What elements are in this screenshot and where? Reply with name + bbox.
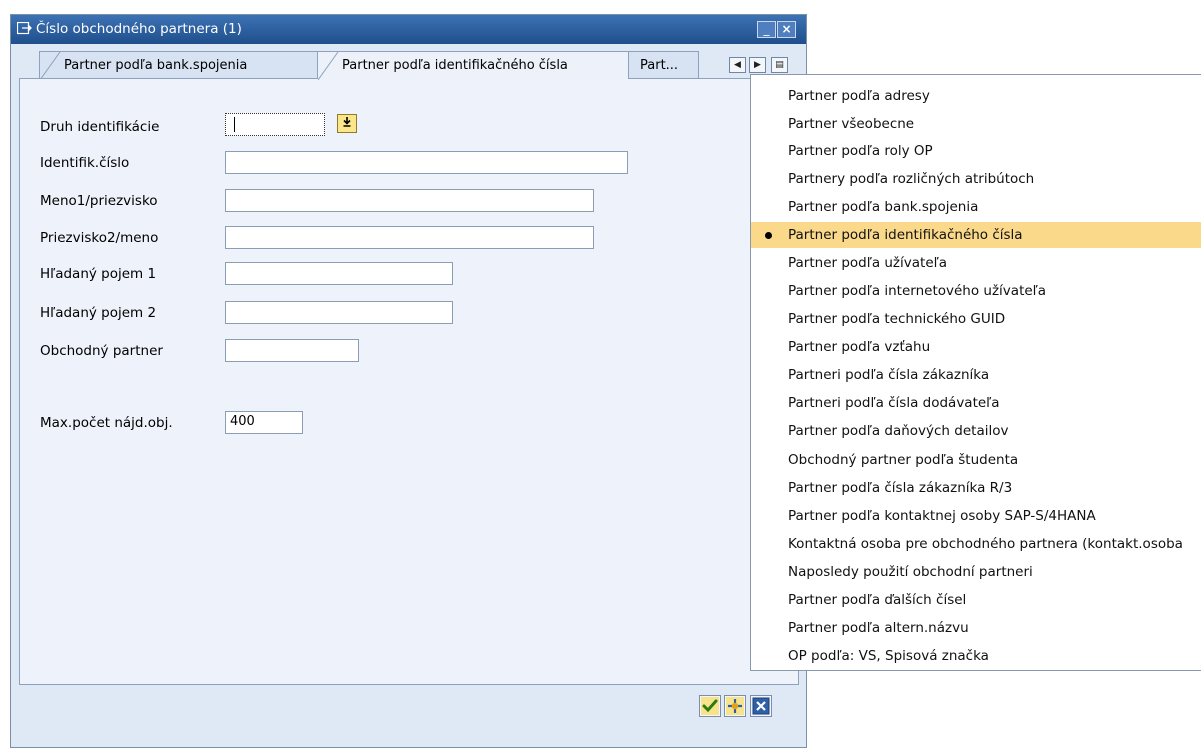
checkmark-icon [701, 697, 719, 715]
dropdown-item[interactable]: Partner podľa altern.názvu [751, 615, 1201, 641]
find-button[interactable] [724, 695, 746, 717]
window-popup-icon [17, 22, 32, 35]
dropdown-item[interactable]: Obchodný partner podľa študenta [751, 447, 1201, 473]
dropdown-item-label: Partneri podľa čísla zákazníka [788, 367, 990, 383]
dropdown-item[interactable]: Partner podľa bank.spojenia [751, 194, 1201, 220]
dropdown-item[interactable]: Partner všeobecne [751, 111, 1201, 137]
window-title: Číslo obchodného partnera (1) [36, 21, 242, 37]
dropdown-item-label: Partner podľa internetového užívateľa [788, 283, 1047, 299]
dropdown-item[interactable]: Partneri podľa čísla zákazníka [751, 362, 1201, 388]
dropdown-item[interactable]: Partner podľa internetového užívateľa [751, 278, 1201, 304]
dropdown-item-label: Partner podľa roly OP [788, 143, 933, 159]
tab-partner-more[interactable]: Part... [625, 51, 699, 79]
max-pocet-field[interactable]: 400 [225, 411, 303, 434]
max-pocet-label: Max.počet nájd.obj. [40, 415, 173, 431]
dropdown-item[interactable]: Partner podľa adresy [751, 83, 1201, 109]
dropdown-item[interactable]: Partner podľa daňových detailov [751, 418, 1201, 444]
minimize-button[interactable]: _ [757, 21, 776, 38]
dropdown-item[interactable]: Partner podľa ďalších čísel [751, 587, 1201, 613]
dropdown-item-label: Obchodný partner podľa študenta [788, 452, 1019, 468]
druh-identifikacie-field[interactable] [225, 113, 325, 136]
text-caret [234, 117, 235, 132]
tab-slant-decoration [40, 52, 61, 80]
tab-list-button[interactable]: ▤ [771, 57, 788, 73]
dropdown-item[interactable]: Partner podľa technického GUID [751, 306, 1201, 332]
dropdown-item-label: Partneri podľa čísla dodávateľa [788, 395, 1000, 411]
hladany-pojem-1-field[interactable] [225, 262, 453, 285]
tab-slant-decoration [318, 52, 339, 80]
dropdown-item[interactable]: Naposledy použití obchodní partneri [751, 559, 1201, 585]
dropdown-item-label: Partner podľa daňových detailov [788, 423, 1009, 439]
dropdown-item[interactable]: Partner podľa kontaktnej osoby SAP-S/4HA… [751, 503, 1201, 529]
dropdown-item[interactable]: Partner podľa vzťahu [751, 334, 1201, 360]
meno1-label: Meno1/priezvisko [40, 193, 158, 209]
dropdown-item[interactable]: Partner podľa užívateľa [751, 250, 1201, 276]
dropdown-item-label: Partner podľa bank.spojenia [788, 199, 979, 215]
hladany-pojem-2-field[interactable] [225, 301, 453, 324]
tab-label: Part... [640, 58, 679, 73]
search-criteria-panel: Druh identifikácie Identifik.číslo Meno1… [19, 78, 799, 685]
search-dialog-window: Číslo obchodného partnera (1) _ × Partne… [10, 14, 807, 748]
tab-scroll-right-button[interactable]: ▶ [749, 57, 766, 73]
cancel-button[interactable] [750, 695, 772, 717]
dropdown-item-label: Partner podľa adresy [788, 88, 930, 104]
title-bar: Číslo obchodného partnera (1) _ × [11, 15, 806, 44]
arrow-down-icon [343, 117, 351, 127]
hladany-pojem-1-label: Hľadaný pojem 1 [40, 266, 157, 282]
priezvisko2-label: Priezvisko2/meno [40, 230, 159, 246]
dropdown-item[interactable]: Partner podľa čísla zákazníka R/3 [751, 475, 1201, 501]
hladany-pojem-2-label: Hľadaný pojem 2 [40, 305, 157, 321]
dropdown-item[interactable]: Partnery podľa rozličných atribútoch [751, 166, 1201, 192]
dropdown-item[interactable]: Kontaktná osoba pre obchodného partnera … [751, 531, 1201, 557]
tab-label: Partner podľa bank.spojenia [64, 58, 248, 73]
tab-label: Partner podľa identifikačného čísla [342, 58, 568, 73]
dropdown-item-label: Naposledy použití obchodní partneri [788, 564, 1033, 580]
dropdown-item-label: Partnery podľa rozličných atribútoch [788, 171, 1035, 187]
dropdown-item-label: OP podľa: VS, Spisová značka [788, 648, 989, 664]
cancel-icon [752, 697, 770, 715]
dropdown-item-label: Partner podľa kontaktnej osoby SAP-S/4HA… [788, 508, 1096, 524]
dropdown-item-label: Kontaktná osoba pre obchodného partnera … [788, 536, 1183, 552]
identifik-cislo-field[interactable] [225, 151, 628, 174]
dropdown-item-label: Partner podľa technického GUID [788, 311, 1006, 327]
priezvisko2-field[interactable] [225, 226, 594, 249]
dropdown-item-label: Partner podľa identifikačného čísla [788, 227, 1023, 243]
dropdown-item-label: Partner podľa altern.názvu [788, 620, 969, 636]
search-help-dropdown-list: Partner podľa adresy Partner všeobecne P… [750, 74, 1201, 671]
dropdown-item[interactable]: Partneri podľa čísla dodávateľa [751, 390, 1201, 416]
tab-scroll-left-button[interactable]: ◀ [729, 57, 746, 73]
ok-button[interactable] [699, 695, 721, 717]
tab-partner-bank[interactable]: Partner podľa bank.spojenia [39, 51, 325, 80]
value-help-icon[interactable] [337, 114, 357, 133]
meno1-field[interactable] [225, 189, 594, 212]
close-button[interactable]: × [777, 21, 796, 38]
dropdown-item-label: Partner podľa vzťahu [788, 339, 931, 355]
selected-bullet-icon [765, 232, 772, 239]
find-icon [726, 697, 744, 715]
dropdown-item[interactable]: Partner podľa roly OP [751, 138, 1201, 164]
dropdown-item-selected[interactable]: Partner podľa identifikačného čísla [751, 222, 1201, 248]
obchodny-partner-label: Obchodný partner [40, 343, 163, 359]
dropdown-item-label: Partner podľa užívateľa [788, 255, 947, 271]
identifik-cislo-label: Identifik.číslo [40, 155, 130, 171]
tab-partner-ident[interactable]: Partner podľa identifikačného čísla [317, 51, 629, 80]
dropdown-item[interactable]: OP podľa: VS, Spisová značka [751, 643, 1201, 669]
dropdown-item-label: Partner všeobecne [788, 116, 915, 132]
dropdown-item-label: Partner podľa čísla zákazníka R/3 [788, 480, 1013, 496]
obchodny-partner-field[interactable] [225, 339, 359, 362]
dropdown-item-label: Partner podľa ďalších čísel [788, 592, 967, 608]
druh-identifikacie-label: Druh identifikácie [40, 119, 160, 135]
